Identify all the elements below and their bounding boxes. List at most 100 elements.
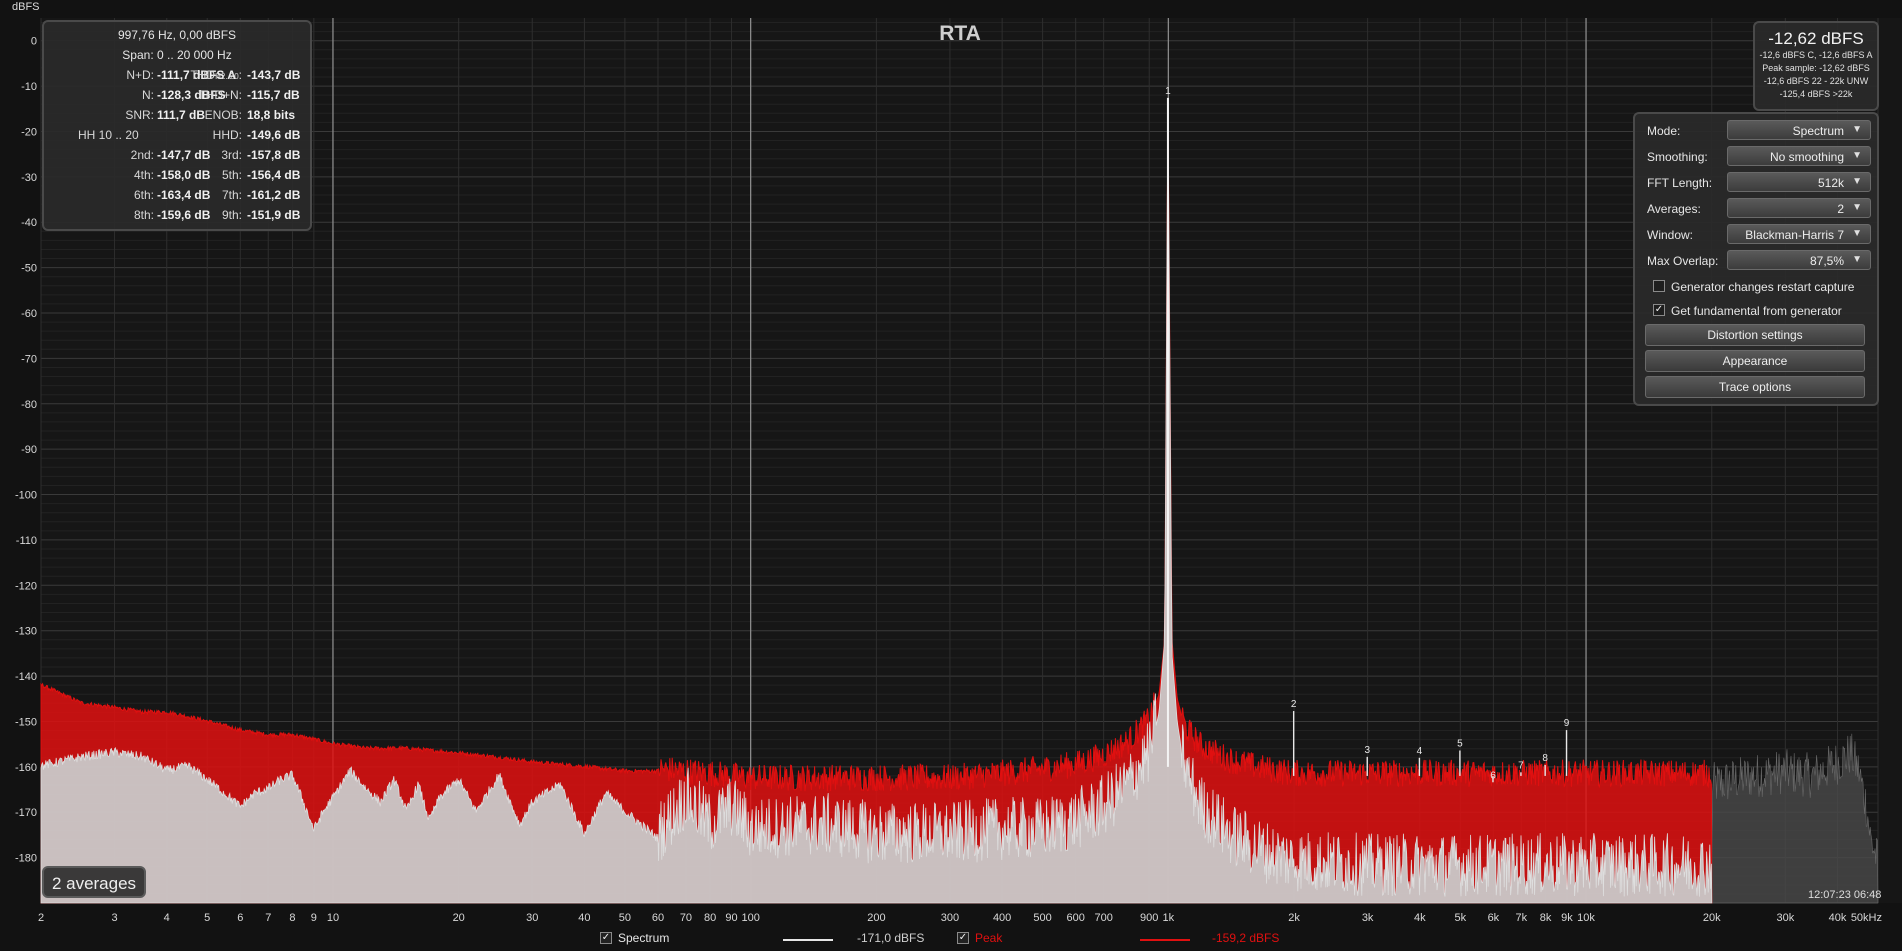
stats-label: 6th: [133, 188, 154, 202]
spectrum-legend-label: Spectrum [618, 931, 670, 945]
y-tick-label: -80 [21, 399, 37, 411]
window-label: Window: [1647, 228, 1694, 242]
stats-label: THDH2..20: [190, 65, 242, 87]
mode-select[interactable]: Spectrum ▼ [1727, 120, 1871, 140]
y-tick-label: 0 [31, 36, 37, 48]
stats-label: ENOB: [204, 108, 242, 122]
max-overlap-label: Max Overlap: [1647, 254, 1719, 268]
mode-label: Mode: [1647, 124, 1681, 138]
mode-row: Mode: Spectrum ▼ [1643, 120, 1871, 142]
stats-row: N+D: -111,7 dBFS A THDH2..20: -143,7 dB [44, 65, 310, 85]
y-tick-label: -90 [21, 444, 37, 456]
y-tick-label: -60 [21, 308, 37, 320]
x-tick-label: 10k [1577, 912, 1595, 924]
peak-legend-checkbox[interactable]: ✓ [957, 932, 969, 944]
averages-select[interactable]: 2 ▼ [1727, 198, 1871, 218]
y-tick-label: -70 [21, 353, 37, 365]
x-tick-label: 6 [237, 912, 243, 924]
y-tick-label: -100 [15, 490, 37, 502]
level-main-value: -12,62 dBFS [1768, 29, 1864, 48]
x-tick-label: 6k [1488, 912, 1500, 924]
window-value: Blackman-Harris 7 [1745, 228, 1844, 242]
averages-value: 2 [1837, 202, 1844, 216]
window-select[interactable]: Blackman-Harris 7 ▼ [1727, 224, 1871, 244]
stats-value: -147,7 dB [157, 148, 211, 162]
stats-label: N+D: [126, 68, 154, 82]
y-axis-unit: dBFS [12, 1, 40, 13]
stats-value: -115,7 dB [247, 88, 300, 102]
chevron-down-icon: ▼ [1852, 228, 1862, 239]
stats-row: 4th: -158,0 dB 5th: -156,4 dB [44, 165, 310, 185]
x-tick-label: 2 [38, 912, 44, 924]
fft-length-select[interactable]: 512k ▼ [1727, 172, 1871, 192]
level-line-3: -12,6 dBFS 22 - 22k UNW [1763, 76, 1869, 86]
x-tick-label: 2k [1288, 912, 1300, 924]
stats-label: SNR: [125, 108, 154, 122]
spectrum-legend-value: -171,0 dBFS [857, 931, 925, 945]
x-tick-label: 70 [680, 912, 692, 924]
x-tick-label: 9 [311, 912, 317, 924]
peak-legend-value: -159,2 dBFS [1212, 931, 1280, 945]
smoothing-select[interactable]: No smoothing ▼ [1727, 146, 1871, 166]
harmonic-marker-label: 1 [1165, 86, 1171, 97]
x-tick-label: 3 [111, 912, 117, 924]
spectrum-legend-swatch [783, 939, 833, 941]
fft-length-value: 512k [1817, 176, 1844, 190]
y-tick-label: -140 [15, 671, 37, 683]
harmonic-marker-label: 7 [1518, 760, 1524, 771]
trace-options-button[interactable]: Trace options [1645, 376, 1865, 398]
x-tick-label: 600 [1067, 912, 1085, 924]
stats-row: N: -128,3 dBFS THD+N: -115,7 dB [44, 85, 310, 105]
y-tick-label: -120 [15, 580, 37, 592]
generator-restart-checkbox[interactable] [1653, 280, 1665, 292]
distortion-stats-panel: 997,76 Hz, 0,00 dBFS Span: 0 .. 20 000 H… [42, 20, 312, 231]
fft-length-row: FFT Length: 512k ▼ [1643, 172, 1871, 194]
stats-label: 3rd: [221, 148, 242, 162]
legend: ✓ Spectrum -171,0 dBFS ✓ Peak -159,2 dBF… [600, 931, 1300, 949]
generator-restart-check-row: Generator changes restart capture [1643, 277, 1869, 297]
harmonic-marker-label: 4 [1417, 746, 1423, 757]
stats-value: -151,9 dB [247, 208, 301, 222]
fundamental-from-generator-check-row: ✓ Get fundamental from generator [1643, 301, 1869, 321]
appearance-button[interactable]: Appearance [1645, 350, 1865, 372]
x-tick-label: 8k [1540, 912, 1552, 924]
level-line-2: Peak sample: -12,62 dBFS [1762, 63, 1870, 73]
y-tick-label: -170 [15, 807, 37, 819]
y-tick-label: -110 [16, 535, 37, 547]
stats-fundamental: 997,76 Hz, 0,00 dBFS [117, 28, 237, 42]
stats-value: -163,4 dB [157, 188, 211, 202]
timestamp: 12:07:23 06:48 [1808, 889, 1882, 901]
spectrum-legend-checkbox[interactable]: ✓ [600, 932, 612, 944]
y-tick-label: -160 [15, 762, 37, 774]
harmonic-marker-label: 2 [1291, 699, 1297, 710]
harmonic-marker-label: 6 [1490, 770, 1496, 781]
x-tick-label: 4 [164, 912, 170, 924]
chevron-down-icon: ▼ [1852, 176, 1862, 187]
stats-label: HHD: [212, 128, 242, 142]
stats-value: -159,6 dB [157, 208, 211, 222]
x-tick-label: 8 [289, 912, 295, 924]
stats-label: 5th: [221, 168, 242, 182]
stats-row: 6th: -163,4 dB 7th: -161,2 dB [44, 185, 310, 205]
distortion-settings-button[interactable]: Distortion settings [1645, 324, 1865, 346]
y-tick-label: -150 [15, 716, 37, 728]
stats-label: 9th: [221, 208, 242, 222]
chevron-down-icon: ▼ [1852, 150, 1862, 161]
stats-label: 2nd: [130, 148, 154, 162]
max-overlap-row: Max Overlap: 87,5% ▼ [1643, 250, 1871, 272]
x-tick-label: 3k [1362, 912, 1374, 924]
x-tick-label: 400 [993, 912, 1011, 924]
stats-value: -158,0 dB [157, 168, 211, 182]
y-tick-label: -20 [21, 126, 37, 138]
x-tick-label: 30k [1776, 912, 1794, 924]
x-tick-label: 200 [867, 912, 885, 924]
stats-value: -143,7 dB [247, 68, 301, 82]
max-overlap-select[interactable]: 87,5% ▼ [1727, 250, 1871, 270]
chart-title: RTA [939, 22, 981, 45]
x-tick-label: 7 [265, 912, 271, 924]
stats-value: -156,4 dB [247, 168, 301, 182]
fundamental-from-generator-checkbox[interactable]: ✓ [1653, 304, 1665, 316]
x-tick-label: 700 [1094, 912, 1112, 924]
smoothing-label: Smoothing: [1647, 150, 1708, 164]
fundamental-from-generator-label: Get fundamental from generator [1671, 304, 1842, 318]
